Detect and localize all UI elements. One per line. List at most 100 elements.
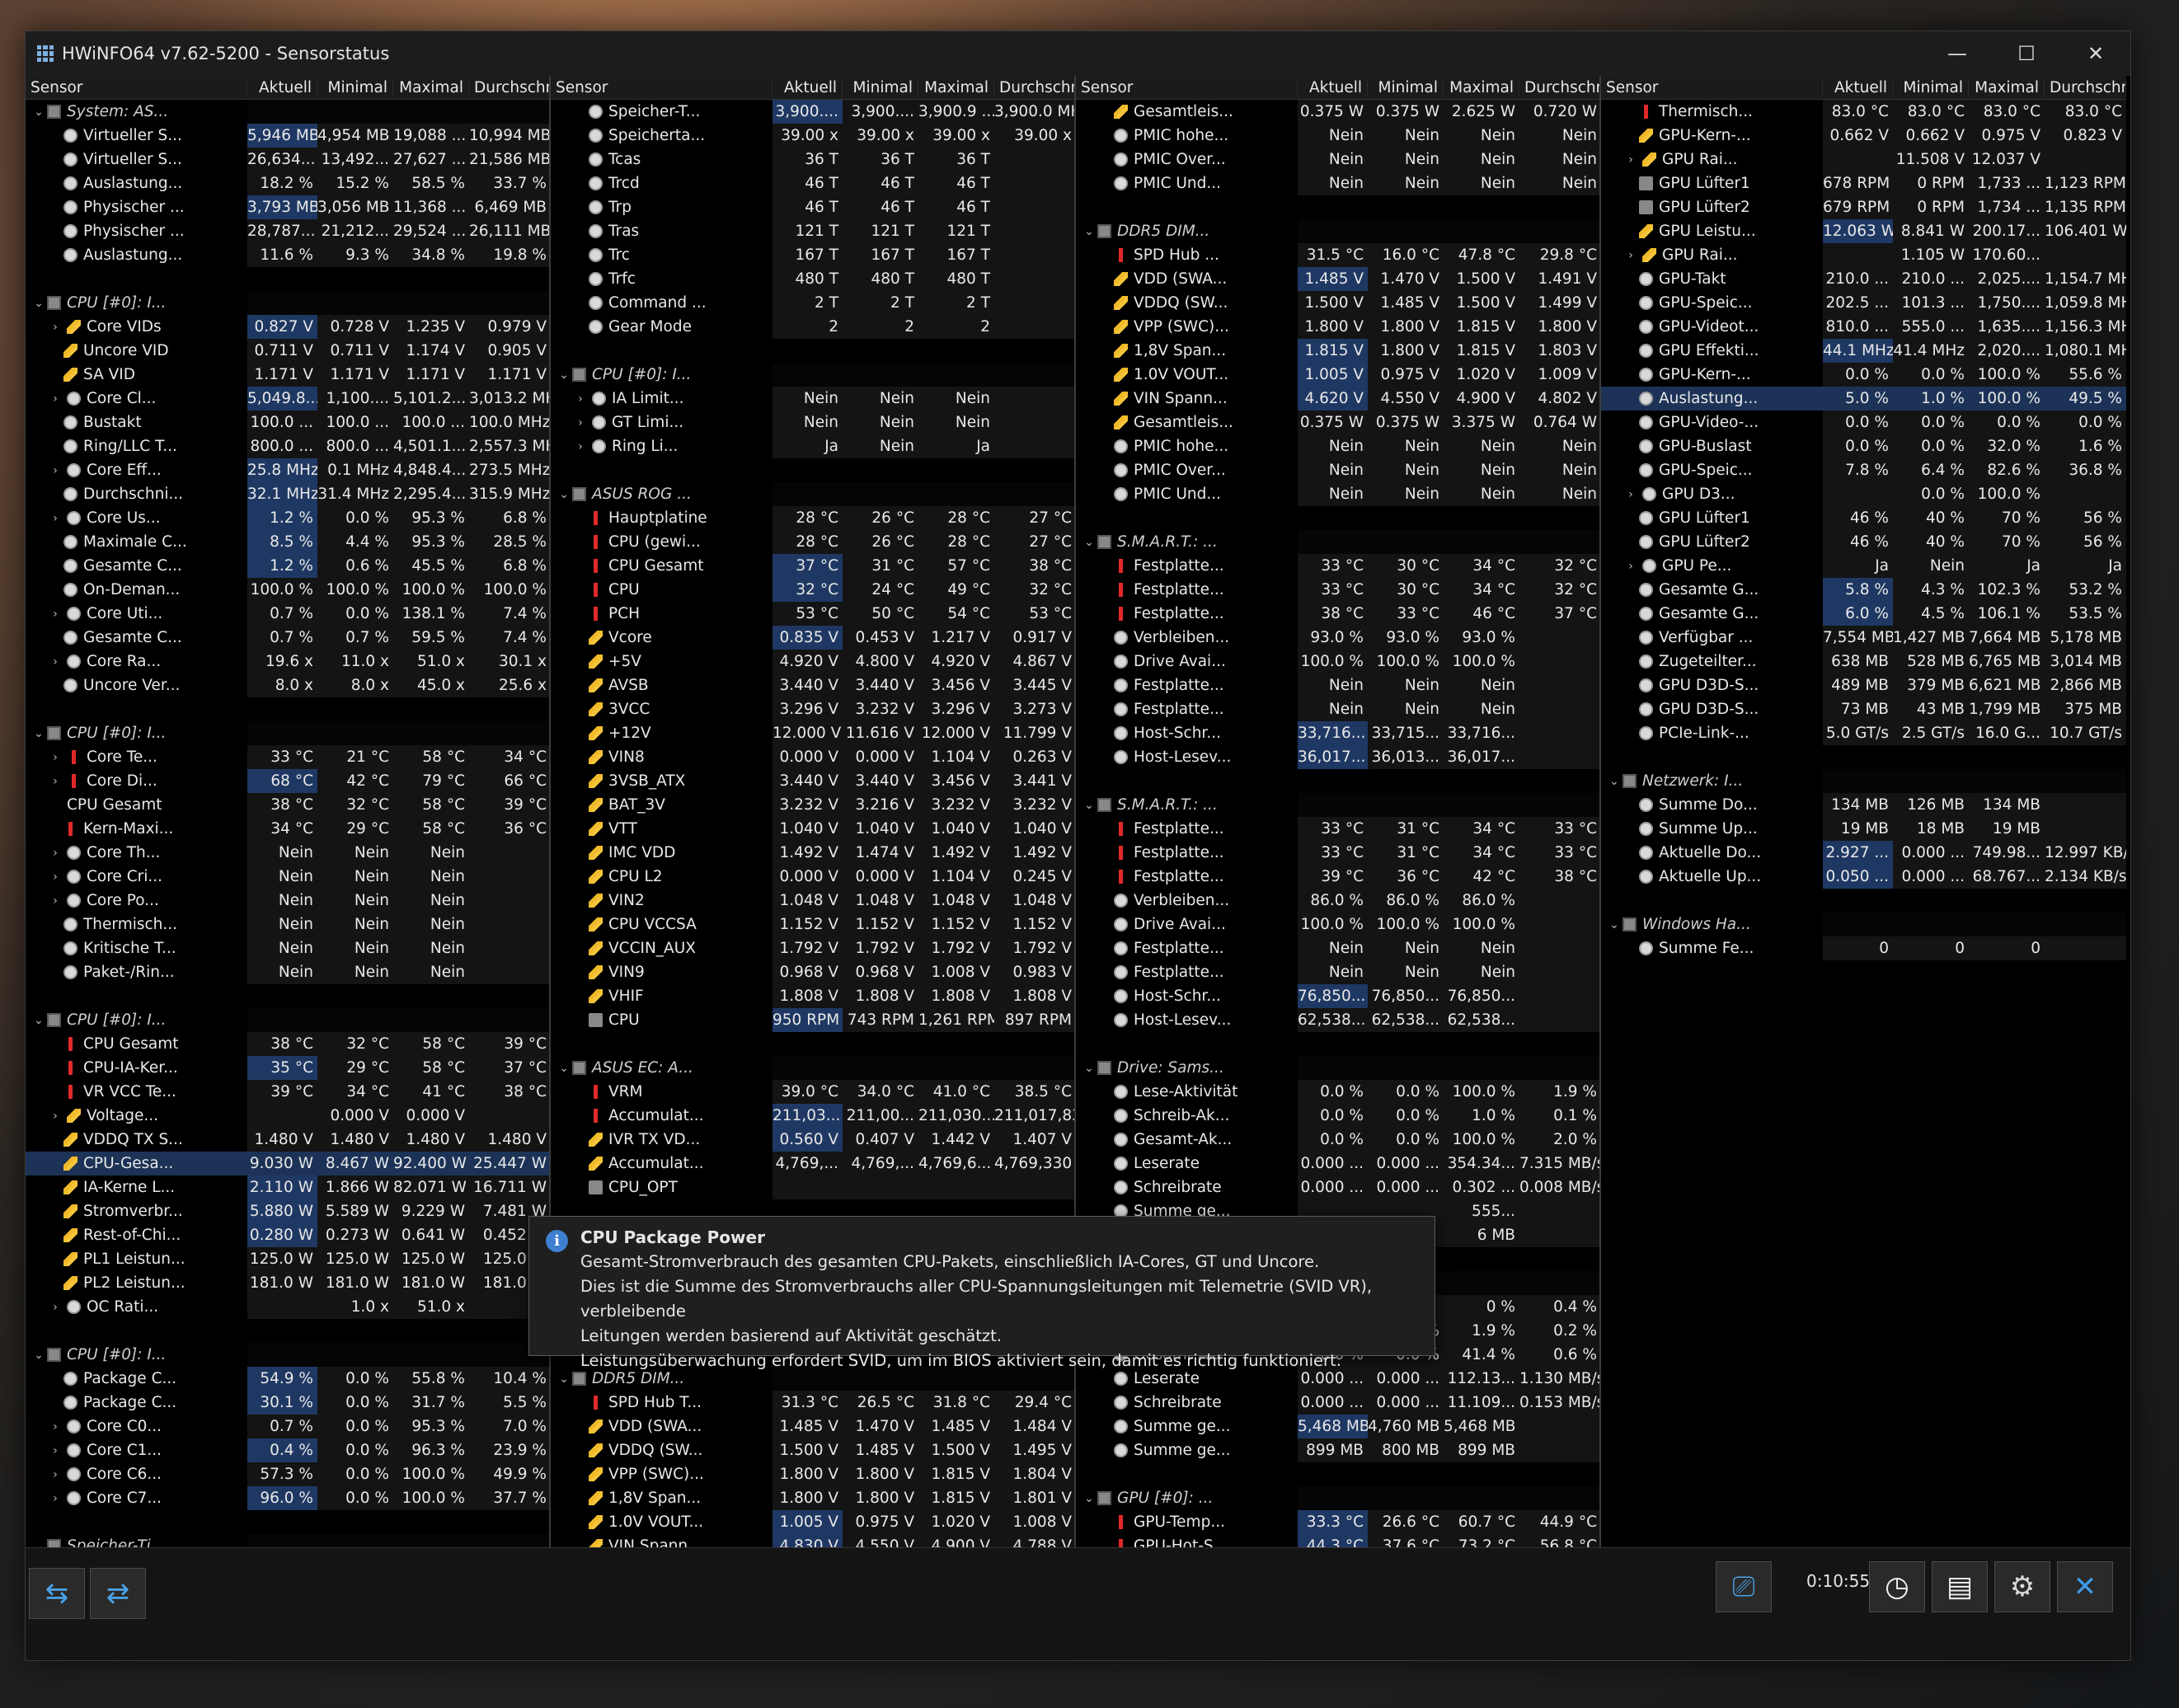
expand-chevron-icon[interactable]: › <box>47 464 63 477</box>
close-icon[interactable]: ✕ <box>2057 1561 2113 1612</box>
sensor-row[interactable]: › Core Th... Nein Nein Nein <box>26 841 549 865</box>
collapse-chevron-icon[interactable]: ⌄ <box>31 1349 47 1362</box>
sensor-row[interactable]: Festplatte... 33 °C 30 °C 34 °C 32 °C <box>1076 578 1599 602</box>
sensor-row[interactable]: Durchschni... 32.1 MHz 31.4 MHz 2,295.4... 3… <box>26 482 549 506</box>
sensor-row[interactable]: 1,8V Span... 1.815 V 1.800 V 1.815 V 1.803 V <box>1076 339 1599 363</box>
sensor-row[interactable]: Festplatte... 38 °C 33 °C 46 °C 37 °C <box>1076 602 1599 626</box>
expand-chevron-icon[interactable]: › <box>572 416 589 429</box>
sensor-row[interactable]: › OC Rati... 1.0 x 51.0 x <box>26 1295 549 1319</box>
sensor-row[interactable]: GPU D3D-S... 489 MB 379 MB 6,621 MB 2,866 MB <box>1601 673 2126 697</box>
expand-chevron-icon[interactable]: › <box>1623 249 1639 262</box>
sensor-group-header[interactable]: ⌄ CPU [#0]: I... <box>551 363 1074 387</box>
collapse-chevron-icon[interactable]: ⌄ <box>1081 799 1097 812</box>
sensor-row[interactable]: › Core C1... 0.4 % 0.0 % 96.3 % 23.9 % <box>26 1438 549 1462</box>
sensor-row[interactable]: Stromverbr... 5.880 W 5.589 W 9.229 W 7.481 … <box>26 1199 549 1223</box>
sensor-row[interactable]: VIN8 0.000 V 0.000 V 1.104 V 0.263 V <box>551 745 1074 769</box>
sensor-row[interactable]: VPP (SWC)... 1.800 V 1.800 V 1.815 V 1.800 V <box>1076 315 1599 339</box>
sensor-row[interactable]: › Ring Li... Ja Nein Ja <box>551 434 1074 458</box>
sensor-row[interactable]: › Core Uti... 0.7 % 0.0 % 138.1 % 7.4 % <box>26 602 549 626</box>
sensor-row[interactable]: Drive Avai... 100.0 % 100.0 % 100.0 % <box>1076 913 1599 936</box>
sensor-row[interactable]: › GPU Rai... 1.105 W 170.60... <box>1601 243 2126 267</box>
column-header-minimal[interactable]: Minimal <box>1368 78 1444 96</box>
sensor-row[interactable]: Maximale C... 8.5 % 4.4 % 95.3 % 28.5 % <box>26 530 549 554</box>
sensor-row[interactable]: CPU 950 RPM 743 RPM 1,261 RPM 897 RPM <box>551 1008 1074 1032</box>
sensor-row[interactable]: Aktuelle Up... 0.050 ... 0.000 ... 68.767..… <box>1601 865 2126 889</box>
sensor-row[interactable]: Accumulat... 4,769,... 4,769,... 4,769,6...… <box>551 1152 1074 1175</box>
expand-chevron-icon[interactable]: › <box>47 1301 63 1314</box>
sensor-row[interactable]: Schreibrate 0.000 ... 0.000 ... 0.302 ... 0.… <box>1076 1175 1599 1199</box>
sensor-row[interactable]: Virtueller S... 26,634... 13,492... 27,627 … <box>26 148 549 171</box>
sensor-row[interactable]: GPU-Takt 210.0 ... 210.0 ... 2,025.... 1,154… <box>1601 267 2126 291</box>
sensor-row[interactable]: › Core Po... Nein Nein Nein <box>26 889 549 913</box>
sensor-row[interactable]: › Core Cl... 5,049.8... 1,100.... 5,101.2...… <box>26 387 549 411</box>
sensor-row[interactable]: VDDQ (SW... 1.500 V 1.485 V 1.500 V 1.499 V <box>1076 291 1599 315</box>
sensor-row[interactable]: GPU Lüfter2 679 RPM 0 RPM 1,734 ... 1,135 RP… <box>1601 195 2126 219</box>
collapse-chevron-icon[interactable]: ⌄ <box>556 1372 572 1386</box>
sensor-row[interactable]: Lese-Aktivität 0.0 % 0.0 % 100.0 % 1.9 % <box>1076 1080 1599 1104</box>
left-right-arrows-icon[interactable]: ⇆ <box>29 1568 85 1619</box>
expand-chevron-icon[interactable]: › <box>47 1110 63 1123</box>
sensor-group-header[interactable]: ⌄Drive: Sams... <box>1076 1056 1599 1080</box>
sensor-row[interactable]: VHIF 1.808 V 1.808 V 1.808 V 1.808 V <box>551 984 1074 1008</box>
sensor-row[interactable]: IVR TX VD... 0.560 V 0.407 V 1.442 V 1.407 V <box>551 1128 1074 1152</box>
sensor-row[interactable]: Summe Up... 19 MB 18 MB 19 MB <box>1601 817 2126 841</box>
column-header-minimal[interactable]: Minimal <box>843 78 918 96</box>
sensor-row[interactable]: GPU Lüfter1 678 RPM 0 RPM 1,733 ... 1,123 RP… <box>1601 171 2126 195</box>
gear-icon[interactable]: ⚙ <box>1994 1561 2050 1612</box>
sensor-row[interactable]: GPU-Kern-... 0.662 V 0.662 V 0.975 V 0.823 V <box>1601 124 2126 148</box>
sensor-row[interactable]: Paket-/Rin... Nein Nein Nein <box>26 960 549 984</box>
collapse-chevron-icon[interactable]: ⌄ <box>556 368 572 382</box>
collapse-arrows-icon[interactable]: ⇄ <box>90 1568 146 1619</box>
expand-chevron-icon[interactable]: › <box>572 392 589 406</box>
sensor-row[interactable]: › Core Cri... Nein Nein Nein <box>26 865 549 889</box>
column-header-durchschnitt[interactable]: Durchschnitt <box>1519 79 1599 96</box>
sensor-row[interactable]: 1,8V Span... 1.800 V 1.800 V 1.815 V 1.801 V <box>551 1486 1074 1510</box>
sensor-row[interactable]: GPU Lüfter1 46 % 40 % 70 % 56 % <box>1601 506 2126 530</box>
sensor-row[interactable]: Host-Lesev... 62,538... 62,538... 62,538... <box>1076 1008 1599 1032</box>
sensor-row[interactable]: Verbleiben... 86.0 % 86.0 % 86.0 % <box>1076 889 1599 913</box>
sensor-row[interactable]: PL2 Leistun... 181.0 W 181.0 W 181.0 W 181.0… <box>26 1271 549 1295</box>
column-header-maximal[interactable]: Maximal <box>1969 78 2045 96</box>
sensor-row[interactable]: Ring/LLC T... 800.0 ... 800.0 ... 4,501.1..… <box>26 434 549 458</box>
sensor-row[interactable]: Speicher-T... 3,900.... 3,900.... 3,900.9 .… <box>551 100 1074 124</box>
sensor-row[interactable]: CPU 32 °C 24 °C 49 °C 32 °C <box>551 578 1074 602</box>
add-report-icon[interactable]: ▤ <box>1932 1561 1988 1612</box>
sensor-row[interactable]: CPU Gesamt 38 °C 32 °C 58 °C 39 °C <box>26 793 549 817</box>
expand-chevron-icon[interactable]: › <box>47 894 63 908</box>
sensor-group-header[interactable]: ⌄ CPU [#0]: I... <box>26 291 549 315</box>
column-header-aktuell[interactable]: Aktuell <box>247 78 317 96</box>
sensor-row[interactable]: › Core Eff... 25.8 MHz 0.1 MHz 4,848.4... 273… <box>26 458 549 482</box>
column-header-durchschnitt[interactable]: Durchschnitt <box>994 79 1074 96</box>
sensor-row[interactable]: CPU Gesamt 37 °C 31 °C 57 °C 38 °C <box>551 554 1074 578</box>
sensor-row[interactable]: VIN2 1.048 V 1.048 V 1.048 V 1.048 V <box>551 889 1074 913</box>
sensor-row[interactable]: › Core C6... 57.3 % 0.0 % 100.0 % 49.9 % <box>26 1462 549 1486</box>
sensor-row[interactable]: Gear Mode 2 2 2 <box>551 315 1074 339</box>
sensor-row[interactable]: Trfc 480 T 480 T 480 T <box>551 267 1074 291</box>
sensor-row[interactable]: Virtueller S... 5,946 MB 4,954 MB 19,088 ..… <box>26 124 549 148</box>
sensor-row[interactable]: Drive Avai... 100.0 % 100.0 % 100.0 % <box>1076 650 1599 673</box>
sensor-row[interactable]: Gesamte G... 6.0 % 4.5 % 106.1 % 53.5 % <box>1601 602 2126 626</box>
sensor-row[interactable]: VDDQ TX S... 1.480 V 1.480 V 1.480 V 1.480 V <box>26 1128 549 1152</box>
sensor-row[interactable]: SPD Hub ... 31.5 °C 16.0 °C 47.8 °C 29.8 °C <box>1076 243 1599 267</box>
expand-chevron-icon[interactable]: › <box>47 512 63 525</box>
sensor-row[interactable]: Aktuelle Do... 2.927 ... 0.000 ... 749.98..… <box>1601 841 2126 865</box>
expand-chevron-icon[interactable]: › <box>47 655 63 669</box>
sensor-row[interactable]: Tras 121 T 121 T 121 T <box>551 219 1074 243</box>
sensor-row[interactable]: › Core Us... 1.2 % 0.0 % 95.3 % 6.8 % <box>26 506 549 530</box>
expand-chevron-icon[interactable]: › <box>1623 488 1639 501</box>
sensor-group-header[interactable]: ⌄ Netzwerk: I... <box>1601 769 2126 793</box>
sensor-row[interactable]: Auslastung... 11.6 % 9.3 % 34.8 % 19.8 % <box>26 243 549 267</box>
expand-chevron-icon[interactable]: › <box>47 608 63 621</box>
sensor-row[interactable]: Hauptplatine 28 °C 26 °C 28 °C 27 °C <box>551 506 1074 530</box>
sensor-row[interactable]: Summe ge... 5,468 MB 4,760 MB 5,468 MB <box>1076 1415 1599 1438</box>
sensor-row[interactable]: Auslastung... 18.2 % 15.2 % 58.5 % 33.7 % <box>26 171 549 195</box>
column-header-sensor[interactable]: Sensor <box>1076 78 1298 96</box>
column-header-minimal[interactable]: Minimal <box>317 78 393 96</box>
sensor-row[interactable]: GPU-Buslast 0.0 % 0.0 % 32.0 % 1.6 % <box>1601 434 2126 458</box>
sensor-row[interactable]: GPU-Kern-... 0.0 % 0.0 % 100.0 % 55.6 % <box>1601 363 2126 387</box>
sensor-row[interactable]: › IA Limit... Nein Nein Nein <box>551 387 1074 411</box>
sensor-row[interactable]: Kern-Maxi... 34 °C 29 °C 58 °C 36 °C <box>26 817 549 841</box>
sensor-row[interactable]: Rest-of-Chi... 0.280 W 0.273 W 0.641 W 0.452… <box>26 1223 549 1247</box>
sensor-row[interactable]: GPU-Speic... 7.8 % 6.4 % 82.6 % 36.8 % <box>1601 458 2126 482</box>
sensor-row[interactable]: 1.0V VOUT... 1.005 V 0.975 V 1.020 V 1.009 V <box>1076 363 1599 387</box>
